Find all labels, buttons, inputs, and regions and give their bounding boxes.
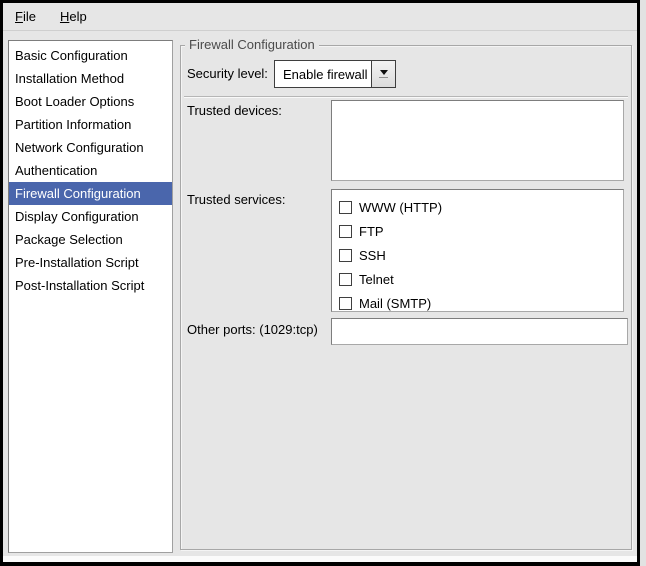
service-checkbox[interactable] xyxy=(339,249,352,262)
menubar: File Help xyxy=(3,3,637,31)
sidebar-item[interactable]: Display Configuration xyxy=(9,205,172,228)
menu-help-label: Help xyxy=(60,9,87,24)
service-row[interactable]: Mail (SMTP) xyxy=(332,291,623,315)
frame-title: Firewall Configuration xyxy=(185,37,319,52)
app-area: File Help Basic Configuration Installati… xyxy=(3,3,637,556)
service-row[interactable]: Telnet xyxy=(332,267,623,291)
other-ports-label: Other ports: (1029:tcp) xyxy=(187,322,318,337)
chevron-down-icon xyxy=(371,61,395,87)
sidebar-item[interactable]: Firewall Configuration xyxy=(9,182,172,205)
service-checkbox[interactable] xyxy=(339,201,352,214)
firewall-configuration-frame: Firewall Configuration Security level: E… xyxy=(180,45,632,550)
service-label: Telnet xyxy=(359,272,394,287)
service-row[interactable]: WWW (HTTP) xyxy=(332,195,623,219)
sidebar-item[interactable]: Boot Loader Options xyxy=(9,90,172,113)
other-ports-input[interactable] xyxy=(331,318,628,345)
service-checkbox[interactable] xyxy=(339,297,352,310)
sidebar-item[interactable]: Pre-Installation Script xyxy=(9,251,172,274)
service-label: SSH xyxy=(359,248,386,263)
sidebar-item[interactable]: Post-Installation Script xyxy=(9,274,172,297)
service-label: FTP xyxy=(359,224,384,239)
security-level-label: Security level: xyxy=(187,66,268,81)
security-level-value: Enable firewall xyxy=(275,61,371,87)
service-row[interactable]: SSH xyxy=(332,243,623,267)
trusted-devices-label: Trusted devices: xyxy=(187,103,282,118)
trusted-services-list: WWW (HTTP) FTP SSH Telnet Mail (SMTP) xyxy=(331,189,624,312)
security-level-combobox[interactable]: Enable firewall xyxy=(274,60,396,88)
window-right-border xyxy=(640,0,646,566)
menu-file[interactable]: File xyxy=(3,3,48,30)
separator xyxy=(184,96,628,98)
sidebar-item[interactable]: Authentication xyxy=(9,159,172,182)
window-bottom-bevel xyxy=(3,556,637,562)
sidebar-item[interactable]: Partition Information xyxy=(9,113,172,136)
service-label: Mail (SMTP) xyxy=(359,296,431,311)
service-checkbox[interactable] xyxy=(339,225,352,238)
window: File Help Basic Configuration Installati… xyxy=(0,0,646,566)
service-label: WWW (HTTP) xyxy=(359,200,442,215)
trusted-devices-list[interactable] xyxy=(331,100,624,181)
service-row[interactable]: FTP xyxy=(332,219,623,243)
sidebar-item[interactable]: Package Selection xyxy=(9,228,172,251)
menu-help[interactable]: Help xyxy=(48,3,99,30)
sidebar-item[interactable]: Installation Method xyxy=(9,67,172,90)
trusted-services-label: Trusted services: xyxy=(187,192,286,207)
sidebar-item[interactable]: Network Configuration xyxy=(9,136,172,159)
sidebar-list: Basic Configuration Installation Method … xyxy=(8,40,173,553)
sidebar-item[interactable]: Basic Configuration xyxy=(9,44,172,67)
service-checkbox[interactable] xyxy=(339,273,352,286)
menu-file-label: File xyxy=(15,9,36,24)
